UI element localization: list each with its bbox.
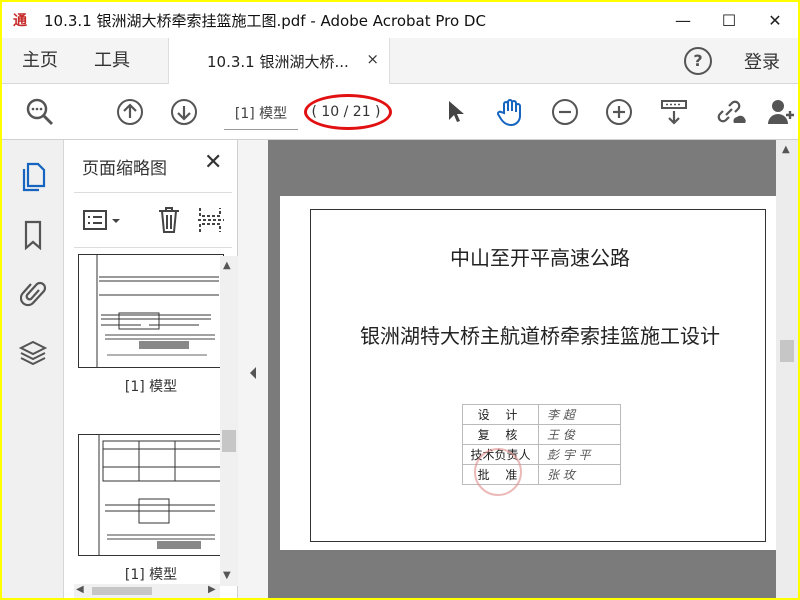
- role-cell: 复 核: [462, 424, 539, 445]
- minimize-button[interactable]: —: [660, 2, 706, 38]
- next-page-icon[interactable]: [164, 84, 204, 140]
- role-cell: 设 计: [462, 404, 539, 425]
- panel-collapse-handle[interactable]: [238, 140, 268, 598]
- close-tab-icon[interactable]: ×: [366, 50, 379, 68]
- tab-document[interactable]: 10.3.1 银洲湖大桥... ×: [168, 38, 390, 84]
- panel-scroll-thumb[interactable]: [222, 430, 236, 452]
- tab-bar: 主页 工具 10.3.1 银洲湖大桥... × ? 登录: [2, 38, 798, 84]
- main-toolbar: [1] 模型 ( 10 / 21 ): [2, 84, 798, 140]
- document-heading: 中山至开平高速公路: [450, 246, 630, 270]
- panel-title: 页面缩略图: [82, 159, 167, 179]
- document-tab-label: 10.3.1 银洲湖大桥...: [207, 52, 349, 71]
- attachment-icon[interactable]: [16, 276, 50, 310]
- page-thumbnail[interactable]: [78, 254, 224, 368]
- zoom-in-icon[interactable]: [599, 84, 639, 140]
- delete-page-icon[interactable]: [156, 205, 182, 239]
- signature-cell: 李 超: [538, 404, 621, 425]
- scroll-right-icon[interactable]: ▶: [208, 584, 216, 595]
- tab-tools[interactable]: 工具: [94, 38, 130, 84]
- page-thumbnails-icon[interactable]: [16, 160, 50, 194]
- collapse-arrow-icon: [250, 367, 256, 379]
- signature-cell: 张 玫: [538, 464, 621, 485]
- layers-icon[interactable]: [16, 336, 50, 370]
- thumbnail-label: [1] 模型: [124, 567, 178, 583]
- close-window-button[interactable]: ✕: [752, 2, 798, 38]
- navigation-rail: [2, 140, 64, 598]
- page-thumbnails-panel: 页面缩略图 ✕ [1] 模型 [1] 模型 ▲ ▼ ◀ ▶: [64, 140, 238, 598]
- title-bar: 通 10.3.1 银洲湖大桥牵索挂篮施工图.pdf - Adobe Acroba…: [2, 2, 798, 38]
- document-gap: [268, 550, 776, 598]
- thumbnail-label: [1] 模型: [124, 379, 178, 395]
- scroll-mode-icon[interactable]: [654, 84, 694, 140]
- tab-home[interactable]: 主页: [22, 38, 58, 84]
- help-icon[interactable]: ?: [684, 47, 712, 75]
- panel-hscroll-thumb[interactable]: [92, 587, 152, 595]
- scroll-down-icon[interactable]: ▼: [223, 570, 231, 581]
- hand-tool-icon[interactable]: [490, 84, 530, 140]
- signature-cell: 彭 宇 平: [538, 444, 621, 465]
- insert-page-icon[interactable]: [196, 205, 226, 239]
- doc-scroll-up-icon[interactable]: ▲: [782, 144, 790, 155]
- zoom-out-icon[interactable]: [545, 84, 585, 140]
- panel-toolbar: [74, 192, 232, 248]
- window-title: 10.3.1 银洲湖大桥牵索挂篮施工图.pdf - Adobe Acrobat …: [44, 11, 486, 30]
- document-subheading: 银洲湖特大桥主航道桥牵索挂篮施工设计: [360, 324, 720, 348]
- search-zoom-icon[interactable]: [20, 84, 60, 140]
- panel-close-icon[interactable]: ✕: [204, 150, 222, 175]
- select-cursor-icon[interactable]: [438, 84, 472, 140]
- maximize-button[interactable]: ☐: [706, 2, 752, 38]
- view-model-dropdown[interactable]: [1] 模型: [224, 94, 298, 130]
- share-link-icon[interactable]: [710, 84, 750, 140]
- document-scrollbar[interactable]: ▲: [776, 140, 798, 598]
- panel-horizontal-scrollbar[interactable]: ◀ ▶: [74, 584, 220, 598]
- previous-page-icon[interactable]: [110, 84, 150, 140]
- acrobat-window: 通 10.3.1 银洲湖大桥牵索挂篮施工图.pdf - Adobe Acroba…: [2, 2, 798, 598]
- scroll-up-icon[interactable]: ▲: [223, 260, 231, 271]
- table-row: 设 计 李 超: [462, 404, 621, 425]
- panel-vertical-scrollbar[interactable]: ▲ ▼: [220, 256, 238, 586]
- bookmark-icon[interactable]: [16, 218, 50, 252]
- add-user-icon[interactable]: [764, 84, 798, 140]
- red-highlight-ellipse: [304, 94, 392, 130]
- red-seal-stamp: [474, 448, 522, 496]
- doc-scroll-thumb[interactable]: [780, 340, 794, 362]
- thumbnail-options-icon[interactable]: [82, 207, 128, 239]
- login-button[interactable]: 登录: [744, 38, 780, 84]
- signature-cell: 王 俊: [538, 424, 621, 445]
- page-thumbnail[interactable]: [78, 434, 224, 556]
- table-row: 复 核 王 俊: [462, 424, 621, 445]
- window-controls: — ☐ ✕: [660, 2, 798, 38]
- app-logo: 通: [13, 13, 27, 29]
- scroll-left-icon[interactable]: ◀: [76, 584, 84, 595]
